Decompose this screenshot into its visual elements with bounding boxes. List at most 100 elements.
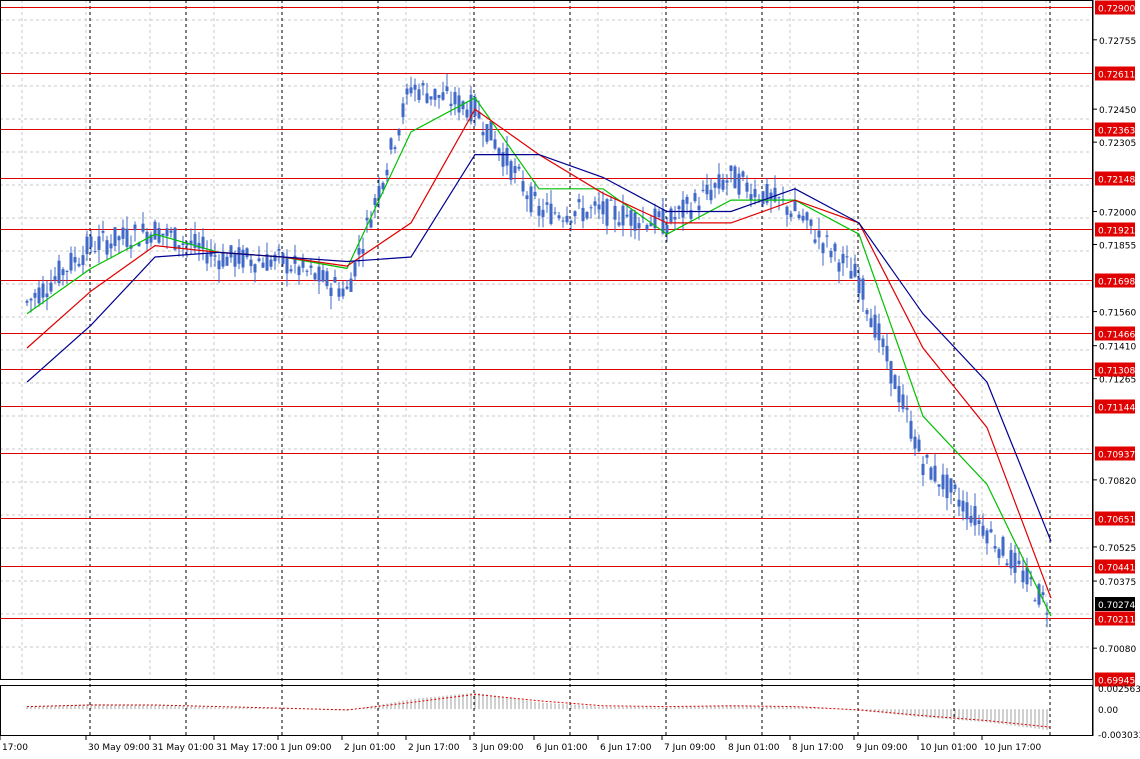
candle-body bbox=[713, 183, 717, 188]
candle-body bbox=[85, 236, 89, 254]
oscillator-panel bbox=[26, 692, 1052, 730]
candle-body bbox=[741, 171, 745, 177]
candle-body bbox=[953, 484, 957, 489]
candle-body bbox=[845, 256, 849, 258]
candle-body bbox=[217, 260, 221, 270]
candle-body bbox=[169, 230, 173, 233]
time-label: 17:00 bbox=[2, 743, 28, 753]
candle-body bbox=[629, 210, 633, 226]
candle-body bbox=[701, 189, 705, 191]
candle-body bbox=[261, 262, 265, 268]
candle-body bbox=[45, 293, 49, 297]
level-label: 0.70211 bbox=[1098, 616, 1135, 626]
price-tick-label: 0.70525 bbox=[1099, 544, 1136, 554]
candle-body bbox=[273, 254, 277, 262]
candle-body bbox=[937, 484, 941, 487]
candle-body bbox=[725, 180, 729, 183]
candle-body bbox=[225, 256, 229, 266]
price-tick-label: 0.71855 bbox=[1099, 241, 1136, 251]
candle-body bbox=[833, 243, 837, 252]
candle-body bbox=[97, 236, 101, 250]
candle-body bbox=[593, 201, 597, 206]
candle-body bbox=[509, 161, 513, 180]
candle-body bbox=[837, 262, 841, 272]
time-label: 6 Jun 17:00 bbox=[600, 743, 652, 753]
candle-body bbox=[437, 95, 441, 98]
candle-body bbox=[841, 253, 845, 264]
candle-body bbox=[573, 211, 577, 217]
candle-body bbox=[993, 546, 997, 549]
candle-body bbox=[553, 212, 557, 214]
medium-ma-line bbox=[26, 108, 1052, 599]
candle-body bbox=[921, 463, 925, 476]
time-label: 1 Jun 09:00 bbox=[280, 743, 332, 753]
candle-body bbox=[493, 139, 497, 149]
candle-body bbox=[585, 211, 589, 219]
candle-body bbox=[297, 266, 301, 276]
time-label: 3 Jun 09:00 bbox=[472, 743, 524, 753]
candle-body bbox=[237, 247, 241, 264]
candle-body bbox=[173, 227, 177, 250]
candle-body bbox=[625, 214, 629, 217]
indicator-tick-label: 0.002563 bbox=[1098, 685, 1140, 695]
candle-body bbox=[881, 338, 885, 347]
candle-body bbox=[665, 225, 669, 234]
candle-body bbox=[213, 255, 217, 257]
candle-body bbox=[1001, 536, 1005, 556]
indicator-tick-label: 0.00 bbox=[1098, 706, 1118, 716]
candle-body bbox=[385, 169, 389, 176]
candle-body bbox=[345, 286, 349, 289]
level-lines bbox=[0, 7, 1092, 680]
candle-body bbox=[901, 394, 905, 409]
candle-body bbox=[621, 205, 625, 226]
level-label: 0.71144 bbox=[1098, 404, 1135, 414]
candle-body bbox=[41, 283, 45, 298]
candle-body bbox=[793, 200, 797, 212]
candle-body bbox=[825, 235, 829, 237]
candle-body bbox=[589, 207, 593, 209]
candle-body bbox=[1041, 592, 1045, 596]
candle-body bbox=[513, 166, 517, 173]
candle-body bbox=[365, 217, 369, 221]
candle-body bbox=[973, 505, 977, 526]
price-tick-label: 0.72755 bbox=[1099, 37, 1136, 47]
candle-body bbox=[321, 270, 325, 282]
candle-body bbox=[753, 188, 757, 198]
candle-body bbox=[205, 253, 209, 264]
candle-body bbox=[357, 248, 361, 255]
candle-body bbox=[545, 202, 549, 205]
candle-body bbox=[989, 529, 993, 533]
candle-body bbox=[337, 288, 341, 297]
candle-body bbox=[693, 193, 697, 202]
candle-body bbox=[269, 259, 273, 267]
candle-body bbox=[313, 273, 317, 280]
time-label: 10 Jun 01:00 bbox=[920, 743, 977, 753]
time-label: 6 Jun 01:00 bbox=[536, 743, 588, 753]
candle-body bbox=[717, 174, 721, 189]
time-label: 30 May 09:00 bbox=[88, 743, 150, 753]
price-tick-label: 0.72305 bbox=[1099, 139, 1136, 149]
candle-body bbox=[897, 386, 901, 403]
candle-body bbox=[645, 224, 649, 230]
level-label: 0.72363 bbox=[1098, 127, 1135, 137]
candle-body bbox=[197, 242, 201, 249]
candle-body bbox=[737, 173, 741, 195]
candle-body bbox=[325, 271, 329, 287]
candle-body bbox=[81, 255, 85, 266]
candle-body bbox=[681, 199, 685, 218]
candle-body bbox=[861, 278, 865, 300]
candle-body bbox=[997, 549, 1001, 558]
candle-body bbox=[489, 121, 493, 141]
candle-body bbox=[245, 248, 249, 258]
candle-body bbox=[541, 209, 545, 218]
level-label: 0.72611 bbox=[1098, 71, 1135, 81]
candle-body bbox=[893, 375, 897, 389]
candle-body bbox=[813, 239, 817, 243]
time-label: 7 Jun 09:00 bbox=[664, 743, 716, 753]
candle-body bbox=[777, 197, 781, 199]
indicator-tick-label: -0.003033 bbox=[1098, 731, 1140, 741]
level-label: 0.72900 bbox=[1098, 5, 1135, 15]
candle-body bbox=[537, 205, 541, 216]
price-tick-label: 0.72000 bbox=[1099, 209, 1136, 219]
candle-body bbox=[289, 269, 293, 272]
